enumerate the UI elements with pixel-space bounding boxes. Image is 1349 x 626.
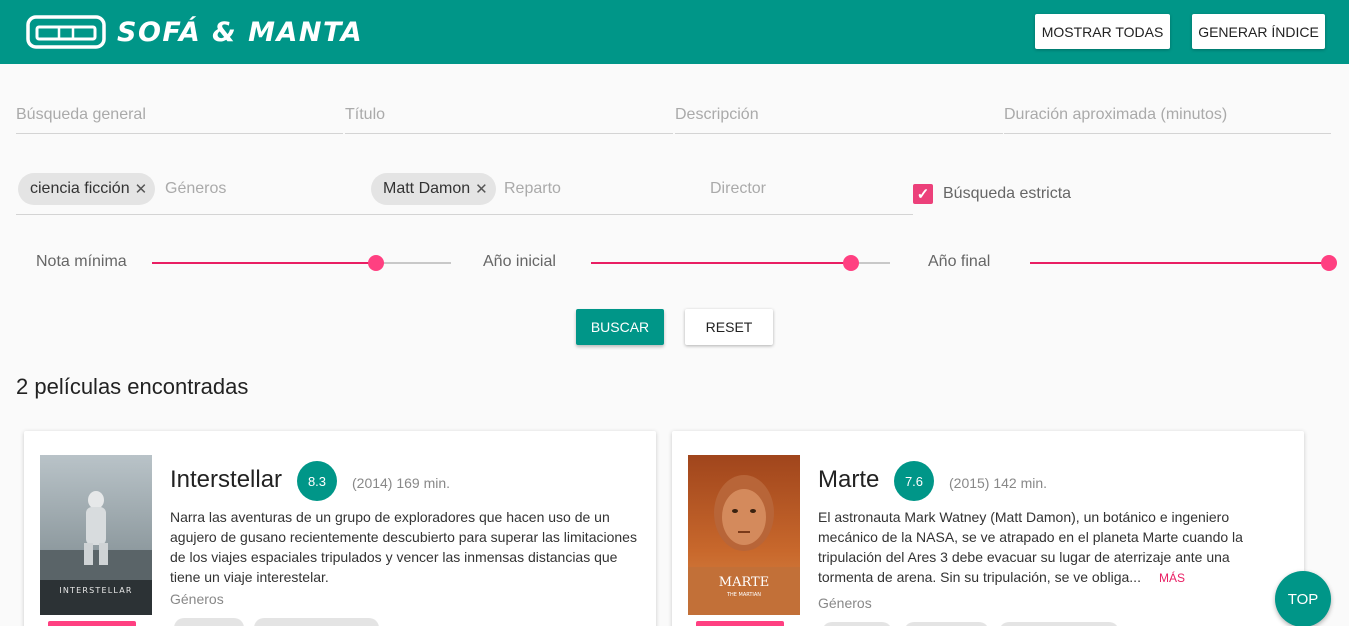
title-field bbox=[345, 104, 673, 134]
strict-search-label: Búsqueda estricta bbox=[943, 185, 1072, 202]
genre-chip[interactable] bbox=[904, 622, 989, 626]
movie-title[interactable]: Interstellar bbox=[170, 466, 282, 494]
general-search-field bbox=[16, 104, 343, 134]
checkbox-checked-icon[interactable]: ✓ bbox=[913, 184, 933, 204]
cast-input[interactable]: Reparto bbox=[504, 180, 561, 198]
description-field bbox=[675, 104, 1003, 134]
movie-meta: (2015) 142 min. bbox=[949, 475, 1048, 491]
movie-title[interactable]: Marte bbox=[818, 466, 879, 494]
scroll-top-button[interactable]: TOP bbox=[1275, 571, 1331, 626]
general-search-input[interactable] bbox=[16, 104, 343, 124]
description-input[interactable] bbox=[675, 104, 1003, 124]
genres-label: Géneros bbox=[818, 595, 872, 611]
genres-label: Géneros bbox=[170, 591, 224, 607]
slider-fill bbox=[1030, 262, 1329, 264]
director-input[interactable]: Director bbox=[710, 180, 766, 198]
movie-poster[interactable]: MARTE THE MARTIAN bbox=[688, 455, 800, 615]
movie-card: MARTE THE MARTIAN Marte 7.6 (2015) 142 m… bbox=[672, 431, 1304, 626]
top-app-bar: SOFÁ & MANTA MOSTRAR TODAS GENERAR ÍNDIC… bbox=[0, 0, 1349, 64]
rating-badge: 8.3 bbox=[297, 461, 337, 501]
show-all-button[interactable]: MOSTRAR TODAS bbox=[1035, 14, 1170, 49]
cast-chip[interactable]: Matt Damon ✕ bbox=[371, 173, 496, 205]
more-link[interactable]: MÁS bbox=[1159, 571, 1185, 585]
search-button[interactable]: BUSCAR bbox=[576, 309, 664, 345]
genre-chip-label: ciencia ficción bbox=[30, 180, 130, 197]
duration-field bbox=[1004, 104, 1331, 134]
genre-chip[interactable] bbox=[254, 618, 379, 626]
results-count: 2 películas encontradas bbox=[16, 374, 249, 399]
genre-chip[interactable]: ciencia ficción ✕ bbox=[18, 173, 156, 205]
slider-thumb[interactable] bbox=[1321, 255, 1337, 271]
genres-input[interactable]: Géneros bbox=[165, 180, 226, 198]
slider-fill bbox=[591, 262, 852, 264]
slider-thumb[interactable] bbox=[843, 255, 860, 271]
rating-badge: 7.6 bbox=[894, 461, 934, 501]
reset-button[interactable]: RESET bbox=[685, 309, 773, 345]
generate-index-button[interactable]: GENERAR ÍNDICE bbox=[1192, 14, 1325, 49]
strict-search-toggle[interactable]: ✓ Búsqueda estricta bbox=[913, 184, 1071, 204]
title-input[interactable] bbox=[345, 104, 673, 124]
movie-description: El astronauta Mark Watney (Matt Damon), … bbox=[818, 507, 1288, 588]
duration-input[interactable] bbox=[1004, 104, 1331, 124]
close-icon[interactable]: ✕ bbox=[135, 180, 148, 198]
year-start-slider[interactable] bbox=[591, 254, 890, 272]
poster-subtitle: THE MARTIAN bbox=[726, 592, 761, 598]
slider-fill bbox=[152, 262, 377, 264]
chips-filter-row: ciencia ficción ✕ Géneros Matt Damon ✕ R… bbox=[16, 170, 913, 215]
min-rating-label: Nota mínima bbox=[36, 253, 127, 270]
poster-title: INTERSTELLAR bbox=[59, 586, 132, 595]
movie-meta: (2014) 169 min. bbox=[352, 475, 451, 491]
brand-name: SOFÁ & MANTA bbox=[117, 17, 364, 48]
genre-chip[interactable] bbox=[174, 618, 244, 626]
year-end-slider[interactable] bbox=[1030, 254, 1337, 272]
poster-title: MARTE bbox=[719, 575, 769, 590]
sofa-icon bbox=[26, 15, 106, 49]
cast-chip-label: Matt Damon bbox=[383, 180, 471, 197]
year-end-label: Año final bbox=[928, 253, 991, 270]
genre-chip[interactable] bbox=[999, 622, 1119, 626]
poster-image: MARTE THE MARTIAN bbox=[688, 455, 800, 615]
close-icon[interactable]: ✕ bbox=[475, 180, 488, 198]
slider-thumb[interactable] bbox=[368, 255, 385, 271]
genre-chip[interactable] bbox=[822, 622, 892, 626]
year-start-label: Año inicial bbox=[483, 253, 556, 270]
poster-action-button[interactable] bbox=[48, 621, 136, 626]
movie-poster[interactable]: INTERSTELLAR bbox=[40, 455, 152, 615]
poster-action-button[interactable] bbox=[696, 621, 784, 626]
movie-description: Narra las aventuras de un grupo de explo… bbox=[170, 509, 637, 585]
poster-image: INTERSTELLAR bbox=[40, 455, 152, 615]
movie-card: INTERSTELLAR Interstellar 8.3 (2014) 169… bbox=[24, 431, 656, 626]
min-rating-slider[interactable] bbox=[152, 254, 451, 272]
